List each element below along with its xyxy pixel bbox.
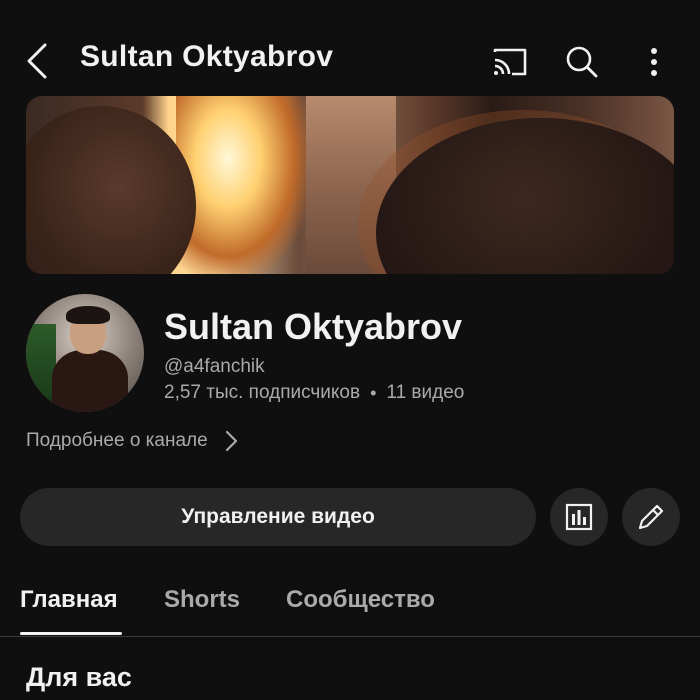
banner-person-left xyxy=(26,106,196,274)
more-about-label: Подробнее о канале xyxy=(26,430,208,451)
section-title: Для вас xyxy=(26,662,132,692)
tab-shorts[interactable]: Shorts xyxy=(164,586,240,614)
banner-fire-image xyxy=(176,96,306,274)
tab-community[interactable]: Сообщество xyxy=(286,586,435,614)
channel-stats: 2,57 тыс. подписчиков • 11 видео xyxy=(164,382,464,404)
analytics-icon xyxy=(565,503,593,531)
stats-separator: • xyxy=(370,382,377,403)
chevron-right-icon xyxy=(225,430,237,452)
active-tab-indicator xyxy=(20,632,122,635)
cast-icon[interactable] xyxy=(488,40,532,84)
back-arrow-icon[interactable] xyxy=(18,38,58,84)
banner-person-right xyxy=(376,118,674,274)
channel-avatar[interactable] xyxy=(26,294,144,412)
more-vert-icon[interactable] xyxy=(634,40,674,84)
tab-home[interactable]: Главная xyxy=(20,586,118,614)
edit-pencil-icon xyxy=(638,504,664,530)
search-icon[interactable] xyxy=(560,40,604,84)
analytics-button[interactable] xyxy=(550,488,608,546)
channel-tabs: Главная Shorts Сообщество xyxy=(0,580,700,637)
manage-videos-button[interactable]: Управление видео xyxy=(20,488,536,546)
top-app-bar: Sultan Oktyabrov xyxy=(0,0,700,96)
channel-name: Sultan Oktyabrov xyxy=(164,306,463,347)
page-title: Sultan Oktyabrov xyxy=(80,40,334,73)
edit-channel-button[interactable] xyxy=(622,488,680,546)
channel-handle: @a4fanchik xyxy=(164,356,265,377)
more-about-channel-link[interactable]: Подробнее о канале xyxy=(26,430,238,452)
subscriber-count: 2,57 тыс. подписчиков xyxy=(164,382,361,403)
avatar-hair xyxy=(66,306,110,324)
avatar-body xyxy=(52,350,128,412)
video-count: 11 видео xyxy=(386,382,465,403)
channel-banner xyxy=(26,96,674,274)
